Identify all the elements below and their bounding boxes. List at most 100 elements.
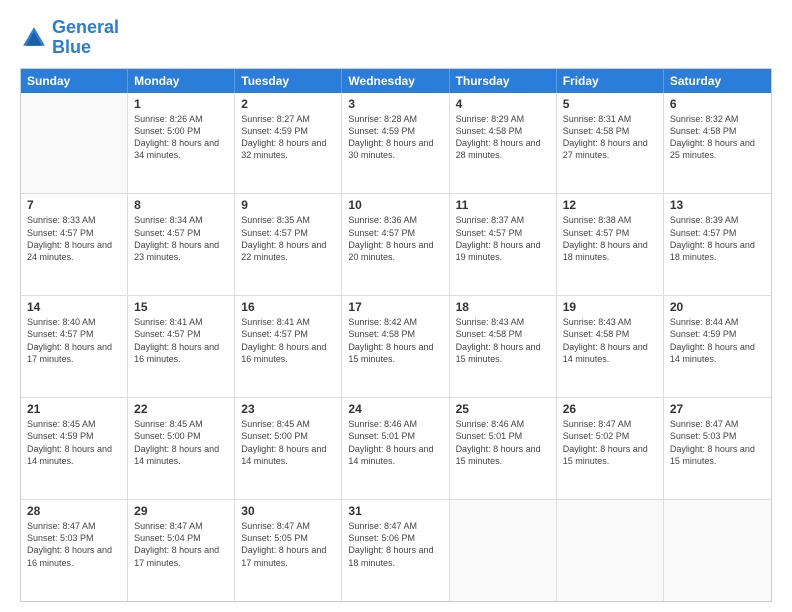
calendar-cell: 1 Sunrise: 8:26 AM Sunset: 5:00 PM Daylig… [128, 93, 235, 194]
cell-info: Sunrise: 8:41 AM Sunset: 4:57 PM Dayligh… [134, 316, 228, 365]
calendar-cell: 20Sunrise: 8:44 AM Sunset: 4:59 PM Dayli… [664, 296, 771, 397]
day-number: 14 [27, 300, 121, 314]
cell-info: Sunrise: 8:46 AM Sunset: 5:01 PM Dayligh… [456, 418, 550, 467]
cell-info: Sunrise: 8:37 AM Sunset: 4:57 PM Dayligh… [456, 214, 550, 263]
calendar-cell: 9 Sunrise: 8:35 AM Sunset: 4:57 PM Daylig… [235, 194, 342, 295]
day-number: 6 [670, 97, 765, 111]
calendar-row-1: 1 Sunrise: 8:26 AM Sunset: 5:00 PM Daylig… [21, 93, 771, 195]
cell-info: Sunrise: 8:45 AM Sunset: 4:59 PM Dayligh… [27, 418, 121, 467]
calendar-cell [450, 500, 557, 601]
cell-info: Sunrise: 8:47 AM Sunset: 5:06 PM Dayligh… [348, 520, 442, 569]
calendar-cell: 14 Sunrise: 8:40 AM Sunset: 4:57 PM Dayli… [21, 296, 128, 397]
calendar-cell: 28 Sunrise: 8:47 AM Sunset: 5:03 PM Dayli… [21, 500, 128, 601]
calendar-header: SundayMondayTuesdayWednesdayThursdayFrid… [21, 69, 771, 93]
cell-info: Sunrise: 8:45 AM Sunset: 5:00 PM Dayligh… [134, 418, 228, 467]
day-number: 8 [134, 198, 228, 212]
day-number: 18 [456, 300, 550, 314]
cell-info: Sunrise: 8:41 AM Sunset: 4:57 PM Dayligh… [241, 316, 335, 365]
day-number: 19 [563, 300, 657, 314]
cell-info: Sunrise: 8:36 AM Sunset: 4:57 PM Dayligh… [348, 214, 442, 263]
day-number: 4 [456, 97, 550, 111]
cell-info: Sunrise: 8:38 AM Sunset: 4:57 PM Dayligh… [563, 214, 657, 263]
day-number: 2 [241, 97, 335, 111]
calendar-cell: 7Sunrise: 8:33 AM Sunset: 4:57 PM Daylig… [21, 194, 128, 295]
calendar-cell: 8 Sunrise: 8:34 AM Sunset: 4:57 PM Daylig… [128, 194, 235, 295]
day-number: 16 [241, 300, 335, 314]
calendar-cell: 24Sunrise: 8:46 AM Sunset: 5:01 PM Dayli… [342, 398, 449, 499]
day-number: 12 [563, 198, 657, 212]
day-number: 23 [241, 402, 335, 416]
header-day-saturday: Saturday [664, 69, 771, 93]
cell-info: Sunrise: 8:47 AM Sunset: 5:02 PM Dayligh… [563, 418, 657, 467]
header-day-tuesday: Tuesday [235, 69, 342, 93]
cell-info: Sunrise: 8:47 AM Sunset: 5:03 PM Dayligh… [27, 520, 121, 569]
day-number: 29 [134, 504, 228, 518]
cell-info: Sunrise: 8:43 AM Sunset: 4:58 PM Dayligh… [563, 316, 657, 365]
calendar-body: 1 Sunrise: 8:26 AM Sunset: 5:00 PM Daylig… [21, 93, 771, 601]
day-number: 13 [670, 198, 765, 212]
day-number: 26 [563, 402, 657, 416]
day-number: 10 [348, 198, 442, 212]
calendar-cell: 4 Sunrise: 8:29 AM Sunset: 4:58 PM Daylig… [450, 93, 557, 194]
calendar-cell [664, 500, 771, 601]
calendar-cell: 13 Sunrise: 8:39 AM Sunset: 4:57 PM Dayli… [664, 194, 771, 295]
calendar-cell: 19 Sunrise: 8:43 AM Sunset: 4:58 PM Dayli… [557, 296, 664, 397]
header: General Blue [20, 18, 772, 58]
calendar-cell: 18 Sunrise: 8:43 AM Sunset: 4:58 PM Dayli… [450, 296, 557, 397]
cell-info: Sunrise: 8:26 AM Sunset: 5:00 PM Dayligh… [134, 113, 228, 162]
calendar-cell: 23 Sunrise: 8:45 AM Sunset: 5:00 PM Dayli… [235, 398, 342, 499]
calendar-row-5: 28 Sunrise: 8:47 AM Sunset: 5:03 PM Dayli… [21, 500, 771, 601]
calendar-row-2: 7Sunrise: 8:33 AM Sunset: 4:57 PM Daylig… [21, 194, 771, 296]
calendar-cell [557, 500, 664, 601]
calendar-cell: 2 Sunrise: 8:27 AM Sunset: 4:59 PM Daylig… [235, 93, 342, 194]
calendar-cell: 15Sunrise: 8:41 AM Sunset: 4:57 PM Dayli… [128, 296, 235, 397]
calendar-cell: 22 Sunrise: 8:45 AM Sunset: 5:00 PM Dayli… [128, 398, 235, 499]
calendar-cell [21, 93, 128, 194]
day-number: 22 [134, 402, 228, 416]
logo-text: General Blue [52, 18, 119, 58]
calendar-cell: 31Sunrise: 8:47 AM Sunset: 5:06 PM Dayli… [342, 500, 449, 601]
day-number: 24 [348, 402, 442, 416]
calendar-cell: 25 Sunrise: 8:46 AM Sunset: 5:01 PM Dayli… [450, 398, 557, 499]
calendar-row-3: 14 Sunrise: 8:40 AM Sunset: 4:57 PM Dayli… [21, 296, 771, 398]
cell-info: Sunrise: 8:47 AM Sunset: 5:04 PM Dayligh… [134, 520, 228, 569]
calendar-cell: 27 Sunrise: 8:47 AM Sunset: 5:03 PM Dayli… [664, 398, 771, 499]
cell-info: Sunrise: 8:42 AM Sunset: 4:58 PM Dayligh… [348, 316, 442, 365]
cell-info: Sunrise: 8:33 AM Sunset: 4:57 PM Dayligh… [27, 214, 121, 263]
day-number: 27 [670, 402, 765, 416]
day-number: 3 [348, 97, 442, 111]
calendar: SundayMondayTuesdayWednesdayThursdayFrid… [20, 68, 772, 602]
header-day-wednesday: Wednesday [342, 69, 449, 93]
calendar-cell: 29 Sunrise: 8:47 AM Sunset: 5:04 PM Dayli… [128, 500, 235, 601]
day-number: 1 [134, 97, 228, 111]
calendar-cell: 6 Sunrise: 8:32 AM Sunset: 4:58 PM Daylig… [664, 93, 771, 194]
day-number: 11 [456, 198, 550, 212]
day-number: 28 [27, 504, 121, 518]
calendar-cell: 10 Sunrise: 8:36 AM Sunset: 4:57 PM Dayli… [342, 194, 449, 295]
day-number: 5 [563, 97, 657, 111]
calendar-cell: 21 Sunrise: 8:45 AM Sunset: 4:59 PM Dayli… [21, 398, 128, 499]
day-number: 25 [456, 402, 550, 416]
logo: General Blue [20, 18, 119, 58]
cell-info: Sunrise: 8:29 AM Sunset: 4:58 PM Dayligh… [456, 113, 550, 162]
cell-info: Sunrise: 8:27 AM Sunset: 4:59 PM Dayligh… [241, 113, 335, 162]
header-day-sunday: Sunday [21, 69, 128, 93]
day-number: 30 [241, 504, 335, 518]
cell-info: Sunrise: 8:43 AM Sunset: 4:58 PM Dayligh… [456, 316, 550, 365]
cell-info: Sunrise: 8:40 AM Sunset: 4:57 PM Dayligh… [27, 316, 121, 365]
calendar-cell: 11 Sunrise: 8:37 AM Sunset: 4:57 PM Dayli… [450, 194, 557, 295]
cell-info: Sunrise: 8:34 AM Sunset: 4:57 PM Dayligh… [134, 214, 228, 263]
cell-info: Sunrise: 8:39 AM Sunset: 4:57 PM Dayligh… [670, 214, 765, 263]
cell-info: Sunrise: 8:47 AM Sunset: 5:05 PM Dayligh… [241, 520, 335, 569]
cell-info: Sunrise: 8:32 AM Sunset: 4:58 PM Dayligh… [670, 113, 765, 162]
calendar-cell: 3Sunrise: 8:28 AM Sunset: 4:59 PM Daylig… [342, 93, 449, 194]
cell-info: Sunrise: 8:47 AM Sunset: 5:03 PM Dayligh… [670, 418, 765, 467]
cell-info: Sunrise: 8:44 AM Sunset: 4:59 PM Dayligh… [670, 316, 765, 365]
day-number: 21 [27, 402, 121, 416]
day-number: 17 [348, 300, 442, 314]
calendar-row-4: 21 Sunrise: 8:45 AM Sunset: 4:59 PM Dayli… [21, 398, 771, 500]
cell-info: Sunrise: 8:45 AM Sunset: 5:00 PM Dayligh… [241, 418, 335, 467]
cell-info: Sunrise: 8:35 AM Sunset: 4:57 PM Dayligh… [241, 214, 335, 263]
day-number: 9 [241, 198, 335, 212]
calendar-cell: 26 Sunrise: 8:47 AM Sunset: 5:02 PM Dayli… [557, 398, 664, 499]
